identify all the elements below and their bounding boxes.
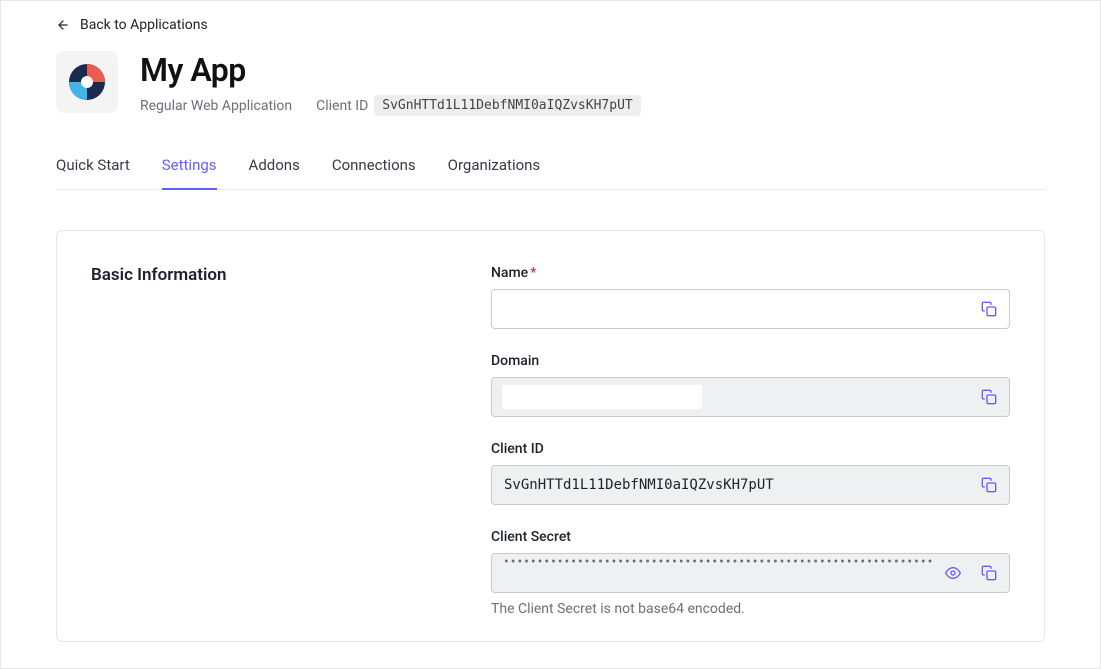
arrow-left-icon bbox=[56, 18, 70, 32]
copy-domain-button[interactable] bbox=[973, 381, 1005, 413]
app-header: My App Regular Web Application Client ID… bbox=[56, 51, 1045, 116]
section-title-basic-info: Basic Information bbox=[91, 265, 451, 641]
copy-client-id-button[interactable] bbox=[973, 469, 1005, 501]
settings-panel: Basic Information Name* Domain bbox=[56, 230, 1045, 642]
client-id-label: Client ID bbox=[316, 98, 368, 114]
copy-icon bbox=[981, 389, 997, 405]
tab-quick-start[interactable]: Quick Start bbox=[56, 156, 130, 190]
domain-redaction-mask bbox=[502, 385, 702, 409]
client-secret-help: The Client Secret is not base64 encoded. bbox=[491, 601, 1010, 617]
eye-icon bbox=[945, 565, 961, 581]
client-id-chip: Client ID SvGnHTTd1L11DebfNMI0aIQZvsKH7p… bbox=[316, 95, 641, 116]
client-id-field-label: Client ID bbox=[491, 441, 1010, 457]
app-title: My App bbox=[140, 51, 641, 89]
required-indicator: * bbox=[530, 265, 536, 281]
app-logo bbox=[56, 51, 118, 113]
copy-icon bbox=[981, 301, 997, 317]
app-type: Regular Web Application bbox=[140, 98, 292, 114]
reveal-client-secret-button[interactable] bbox=[937, 557, 969, 589]
domain-label: Domain bbox=[491, 353, 1010, 369]
client-id-input[interactable] bbox=[492, 466, 973, 504]
back-link-label: Back to Applications bbox=[80, 17, 208, 33]
tab-settings[interactable]: Settings bbox=[162, 156, 217, 190]
tab-organizations[interactable]: Organizations bbox=[448, 156, 541, 190]
field-client-secret: Client Secret ••••••••••••••••••••••••••… bbox=[491, 529, 1010, 617]
client-secret-input[interactable]: ••••••••••••••••••••••••••••••••••••••••… bbox=[492, 554, 937, 592]
back-to-applications-link[interactable]: Back to Applications bbox=[56, 17, 208, 33]
tab-connections[interactable]: Connections bbox=[332, 156, 416, 190]
tab-addons[interactable]: Addons bbox=[249, 156, 300, 190]
copy-icon bbox=[981, 477, 997, 493]
copy-client-secret-button[interactable] bbox=[973, 557, 1005, 589]
client-secret-label: Client Secret bbox=[491, 529, 1010, 545]
name-input[interactable] bbox=[492, 290, 973, 328]
tabs: Quick Start Settings Addons Connections … bbox=[56, 156, 1045, 190]
client-id-value[interactable]: SvGnHTTd1L11DebfNMI0aIQZvsKH7pUT bbox=[374, 95, 640, 116]
name-label: Name* bbox=[491, 265, 1010, 281]
copy-icon bbox=[981, 565, 997, 581]
app-logo-icon bbox=[67, 62, 107, 102]
field-client-id: Client ID bbox=[491, 441, 1010, 505]
field-name: Name* bbox=[491, 265, 1010, 329]
field-domain: Domain bbox=[491, 353, 1010, 417]
copy-name-button[interactable] bbox=[973, 293, 1005, 325]
